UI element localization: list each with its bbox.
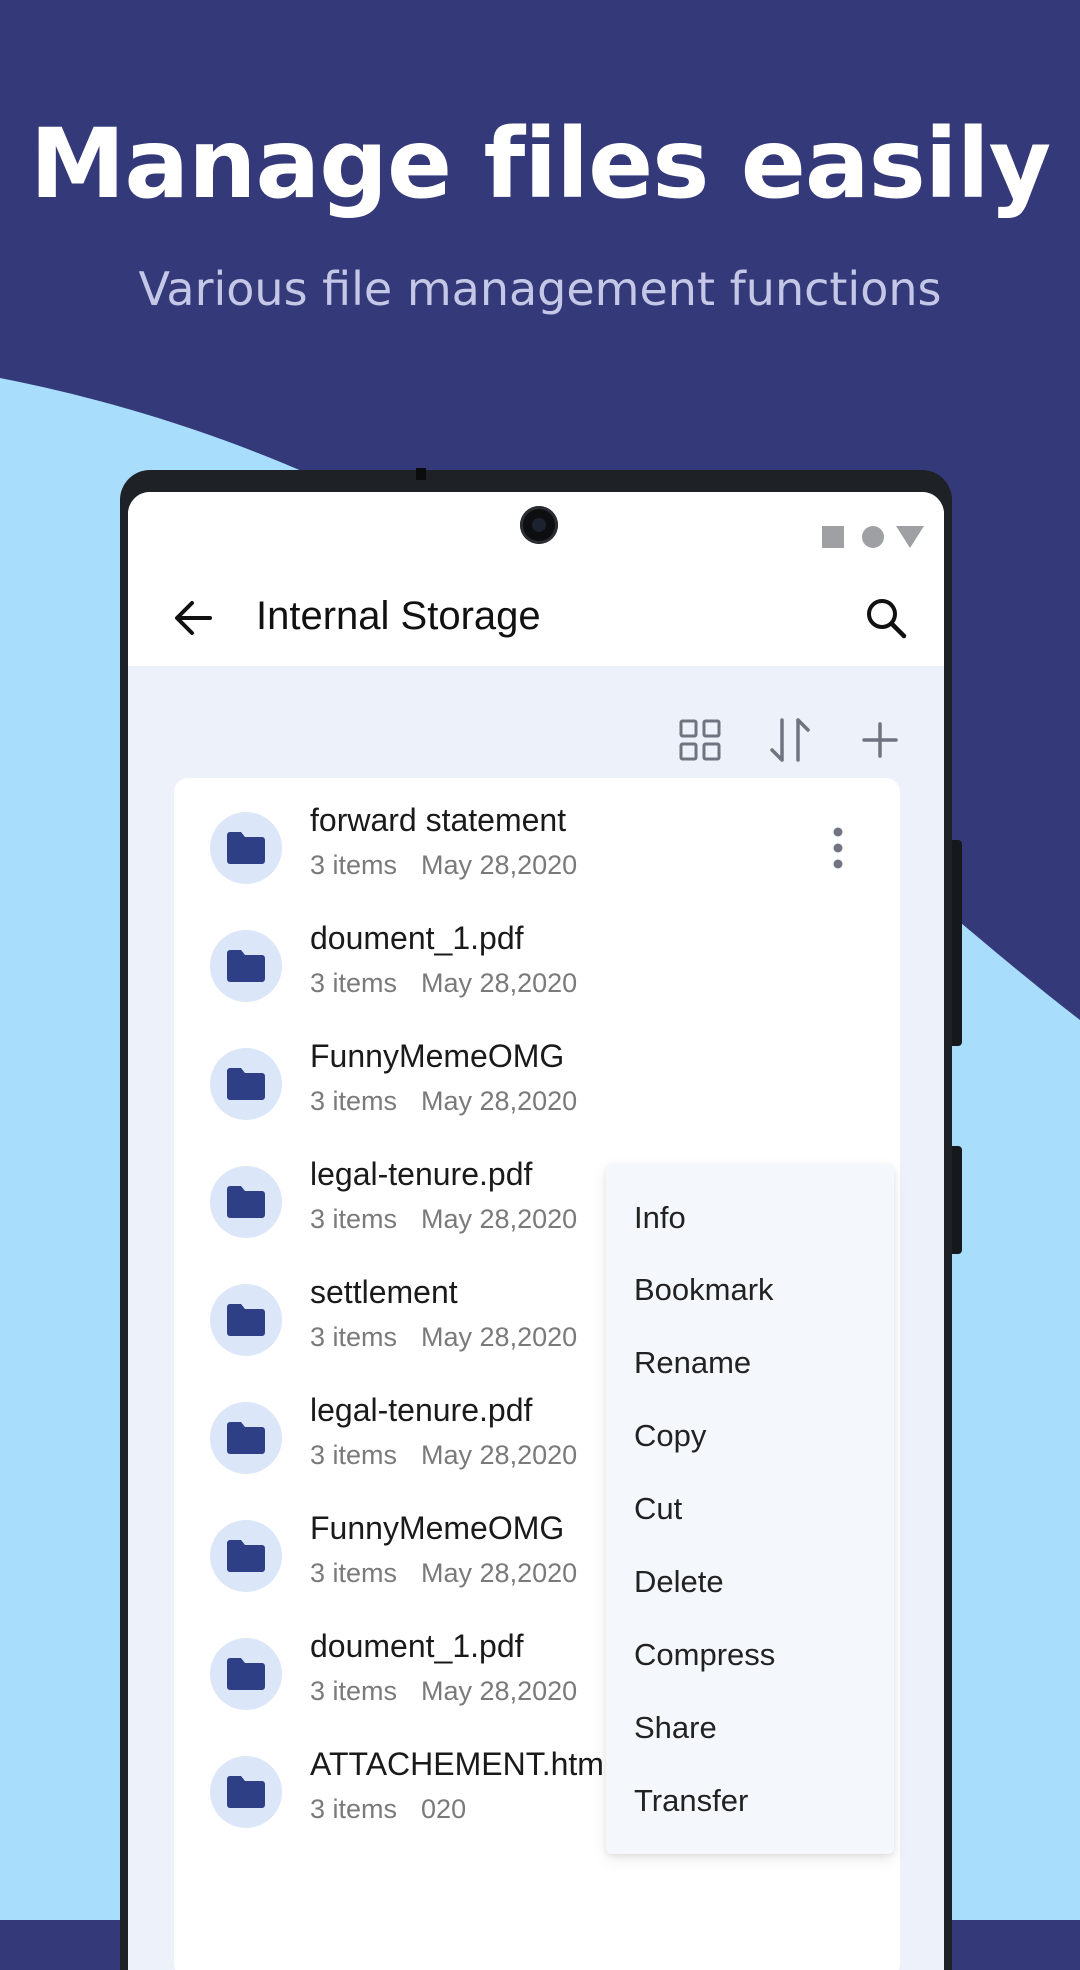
file-name: legal-tenure.pdf	[310, 1392, 533, 1428]
modified-date: May 28,2020	[421, 1322, 578, 1352]
file-meta: 3 items May 28,2020	[310, 968, 577, 999]
signal-icon	[896, 526, 924, 548]
file-row[interactable]: FunnyMemeOMG 3 items May 28,2020	[174, 1024, 900, 1142]
volume-button	[952, 1146, 962, 1254]
file-meta: 3 items May 28,2020	[310, 1676, 577, 1707]
add-button[interactable]	[852, 712, 908, 768]
search-icon	[867, 599, 907, 639]
phone-notch	[416, 468, 426, 480]
folder-icon-badge	[210, 1402, 282, 1474]
modified-date: May 28,2020	[421, 850, 578, 880]
menu-item-cut[interactable]: Cut	[634, 1491, 682, 1527]
sort-icon	[770, 718, 810, 762]
status-bar	[128, 492, 944, 568]
folder-icon	[227, 1422, 265, 1454]
modified-date: May 28,2020	[421, 1676, 578, 1706]
item-count: 3 items	[310, 968, 398, 998]
file-name: forward statement	[310, 802, 567, 838]
phone-frame: Internal Storage forward statement 3 ite…	[120, 468, 962, 1970]
menu-item-transfer[interactable]: Transfer	[634, 1783, 748, 1819]
file-list: forward statement 3 items May 28,2020 dou…	[174, 778, 900, 1970]
file-name: FunnyMemeOMG	[310, 1510, 565, 1546]
file-meta: 3 items May 28,2020	[310, 1086, 577, 1117]
folder-icon	[227, 950, 265, 982]
page-title: Internal Storage	[256, 594, 541, 638]
sort-button[interactable]	[762, 712, 818, 768]
grid-view-button[interactable]	[672, 712, 728, 768]
folder-icon	[227, 832, 265, 864]
folder-icon	[227, 1304, 265, 1336]
file-name: settlement	[310, 1274, 458, 1310]
modified-date: May 28,2020	[421, 1086, 578, 1116]
more-vert-icon	[833, 827, 843, 869]
arrow-left-icon	[175, 601, 212, 635]
folder-icon	[227, 1186, 265, 1218]
item-count: 3 items	[310, 1440, 398, 1470]
folder-icon-badge	[210, 1520, 282, 1592]
folder-icon-badge	[210, 1048, 282, 1120]
item-count: 3 items	[310, 1086, 398, 1116]
file-name: doument_1.pdf	[310, 1628, 524, 1664]
folder-icon-badge	[210, 1638, 282, 1710]
plus-icon	[862, 722, 898, 758]
file-meta: 3 items May 28,2020	[310, 1440, 577, 1471]
file-meta: 3 items May 28,2020	[310, 1322, 577, 1353]
modified-date: May 28,2020	[421, 1204, 578, 1234]
item-count: 3 items	[310, 1558, 398, 1588]
folder-icon-badge	[210, 812, 282, 884]
more-options-button[interactable]	[822, 824, 854, 872]
front-camera	[520, 506, 558, 544]
modified-date: May 28,2020	[421, 968, 578, 998]
file-meta: 3 items May 28,2020	[310, 850, 577, 881]
grid-view-icon	[679, 719, 721, 761]
file-name: ATTACHEMENT.html	[310, 1746, 612, 1782]
file-meta: 3 items May 28,2020	[310, 1204, 577, 1235]
file-name: legal-tenure.pdf	[310, 1156, 533, 1192]
menu-item-compress[interactable]: Compress	[634, 1637, 775, 1673]
folder-icon-badge	[210, 1756, 282, 1828]
menu-item-rename[interactable]: Rename	[634, 1345, 751, 1381]
modified-date: May 28,2020	[421, 1440, 578, 1470]
menu-item-share[interactable]: Share	[634, 1710, 717, 1746]
folder-icon	[227, 1540, 265, 1572]
folder-icon-badge	[210, 1166, 282, 1238]
item-count: 3 items	[310, 850, 398, 880]
power-button	[952, 840, 962, 1046]
folder-icon	[227, 1658, 265, 1690]
folder-icon-badge	[210, 1284, 282, 1356]
recent-apps-icon	[822, 526, 844, 548]
item-count: 3 items	[310, 1794, 398, 1824]
menu-item-info[interactable]: Info	[634, 1200, 686, 1236]
file-meta: 3 items 020	[310, 1794, 466, 1825]
context-menu: Info Bookmark Rename Copy Cut Delete Com…	[606, 1164, 894, 1854]
home-icon	[862, 526, 884, 548]
hero-title: Manage files easily	[29, 108, 1051, 220]
file-row[interactable]: doument_1.pdf 3 items May 28,2020	[174, 906, 900, 1024]
modified-date: May 28,2020	[421, 1558, 578, 1588]
item-count: 3 items	[310, 1676, 398, 1706]
file-meta: 3 items May 28,2020	[310, 1558, 577, 1589]
app-bar: Internal Storage	[128, 568, 944, 666]
phone-screen: Internal Storage forward statement 3 ite…	[128, 492, 944, 1970]
menu-item-copy[interactable]: Copy	[634, 1418, 706, 1454]
back-button[interactable]	[166, 590, 222, 646]
item-count: 3 items	[310, 1204, 398, 1234]
modified-date: 020	[421, 1794, 467, 1824]
file-name: FunnyMemeOMG	[310, 1038, 565, 1074]
menu-item-delete[interactable]: Delete	[634, 1564, 724, 1600]
folder-icon-badge	[210, 930, 282, 1002]
menu-item-bookmark[interactable]: Bookmark	[634, 1272, 774, 1308]
item-count: 3 items	[310, 1322, 398, 1352]
hero-subtitle: Various file management functions	[138, 262, 942, 316]
folder-icon	[227, 1068, 265, 1100]
folder-icon	[227, 1776, 265, 1808]
search-button[interactable]	[858, 590, 914, 646]
file-name: doument_1.pdf	[310, 920, 524, 956]
file-row[interactable]: forward statement 3 items May 28,2020	[174, 788, 900, 906]
